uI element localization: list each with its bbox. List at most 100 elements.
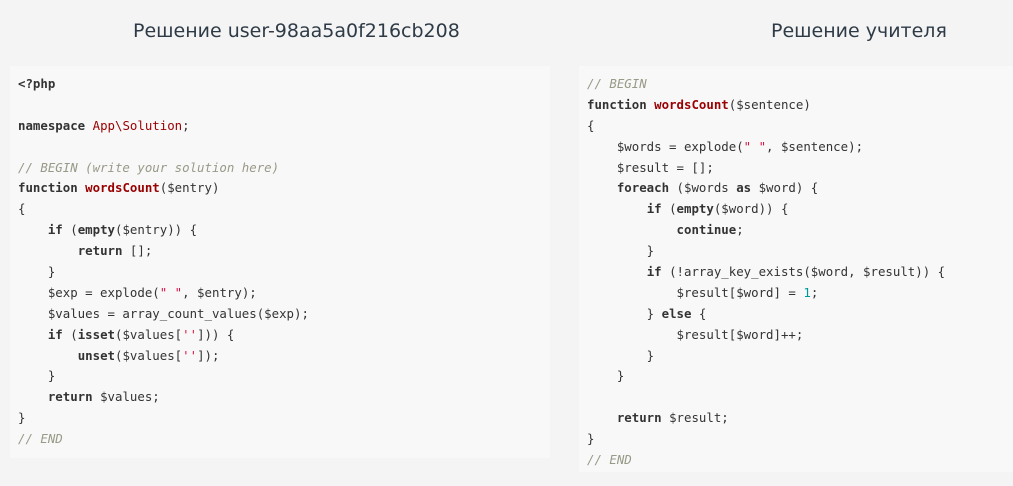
comment: // BEGIN (587, 76, 647, 91)
code-line: } (587, 241, 1013, 262)
code-text: ( (62, 326, 78, 342)
keyword: else (661, 305, 692, 321)
code-line: } (587, 429, 1013, 450)
keyword: if (47, 326, 63, 342)
code-line: } (18, 366, 550, 387)
keyword: foreach (616, 180, 670, 196)
comment: // BEGIN (write your solution here) (18, 159, 280, 175)
code-line: $exp = explode(" ", $entry); (18, 283, 550, 304)
string-literal: " " (159, 284, 183, 300)
code-text: { (691, 305, 707, 321)
code-text: ($word)) { (713, 201, 789, 217)
code-text: $result[$word] = (587, 284, 804, 300)
code-line: $result[$word] = 1; (587, 283, 1013, 304)
keyword: function (587, 96, 655, 112)
code-line: if (empty($entry)) { (18, 220, 550, 241)
code-text: ($values[ (115, 326, 183, 342)
keyword: as (736, 180, 752, 196)
code-text: } (587, 305, 662, 321)
namespace-name: App\Solution (92, 117, 183, 133)
code-text: { (587, 117, 595, 133)
code-line: // END (18, 429, 550, 450)
keyword: <?php (18, 76, 56, 91)
number-literal: 1 (803, 284, 811, 300)
code-text: ($values[ (115, 347, 183, 363)
code-text: } (18, 264, 56, 280)
code-text: , $sentence); (766, 138, 864, 154)
student-code-block: <?php namespace App\Solution; // BEGIN (wr… (10, 66, 550, 450)
student-code-panel[interactable]: <?php namespace App\Solution; // BEGIN (wr… (10, 66, 550, 458)
code-text: } (587, 347, 655, 363)
keyword: if (646, 264, 662, 280)
code-text: ($sentence) (728, 96, 811, 112)
code-line: $result = []; (587, 158, 1013, 179)
code-text: ; (736, 222, 744, 238)
code-line: } (18, 408, 550, 429)
string-literal: '' (182, 326, 198, 342)
code-text: ; (810, 284, 819, 300)
code-line: // END (587, 450, 1013, 471)
code-line: if (isset($values[''])) { (18, 325, 550, 346)
code-line: { (587, 116, 1013, 137)
code-text: $result = []; (587, 159, 714, 175)
code-text: $values; (92, 389, 160, 405)
code-line: // BEGIN (write your solution here) (18, 158, 550, 179)
keyword: if (47, 222, 63, 238)
teacher-solution-heading: Решение учителя (771, 20, 947, 42)
student-solution-heading: Решение user-98aa5a0f216cb208 (133, 20, 460, 42)
code-line: } (587, 366, 1013, 387)
code-line: { (18, 199, 550, 220)
code-text: $word) { (751, 180, 819, 196)
keyword: empty (676, 201, 714, 217)
teacher-code-panel[interactable]: // BEGIN function wordsCount($sentence){ … (579, 66, 1013, 472)
code-text: $words = explode( (587, 138, 744, 154)
code-text: , $entry); (182, 284, 257, 300)
code-line: foreach ($words as $word) { (587, 178, 1013, 199)
code-line: unset($values['']); (18, 346, 550, 367)
code-line: namespace App\Solution; (18, 116, 550, 137)
code-text: $result[$word]++; (587, 326, 804, 342)
code-text: ; (182, 117, 190, 133)
code-line: // BEGIN (587, 74, 1013, 95)
function-name: wordsCount (654, 96, 729, 112)
code-line: function wordsCount($entry) (18, 178, 550, 199)
code-line: $words = explode(" ", $sentence); (587, 137, 1013, 158)
code-line: return $values; (18, 387, 550, 408)
code-text: } (587, 431, 595, 447)
code-text: ( (62, 222, 78, 238)
keyword: function (18, 180, 86, 196)
keyword: return (616, 410, 662, 426)
code-line: $values = array_count_values($exp); (18, 304, 550, 325)
code-text: (!array_key_exists($word, $result)) { (661, 264, 946, 280)
function-name: wordsCount (85, 180, 160, 196)
keyword: unset (77, 347, 115, 363)
keyword: return (47, 389, 93, 405)
code-text: } (18, 368, 56, 384)
code-text: { (18, 201, 26, 217)
code-line: continue; (587, 220, 1013, 241)
keyword: isset (77, 326, 115, 342)
code-text: ($entry)) { (115, 222, 198, 238)
code-text: ]); (197, 347, 220, 363)
code-text: []; (122, 243, 153, 259)
keyword: continue (676, 222, 737, 238)
code-text: } (18, 410, 26, 426)
keyword: empty (77, 222, 115, 238)
code-text: } (587, 243, 655, 259)
code-line: if (!array_key_exists($word, $result)) { (587, 262, 1013, 283)
code-line: $result[$word]++; (587, 325, 1013, 346)
code-text: ($words (669, 180, 737, 196)
code-line: return $result; (587, 408, 1013, 429)
code-line: } (18, 262, 550, 283)
code-text: $result; (661, 410, 729, 426)
